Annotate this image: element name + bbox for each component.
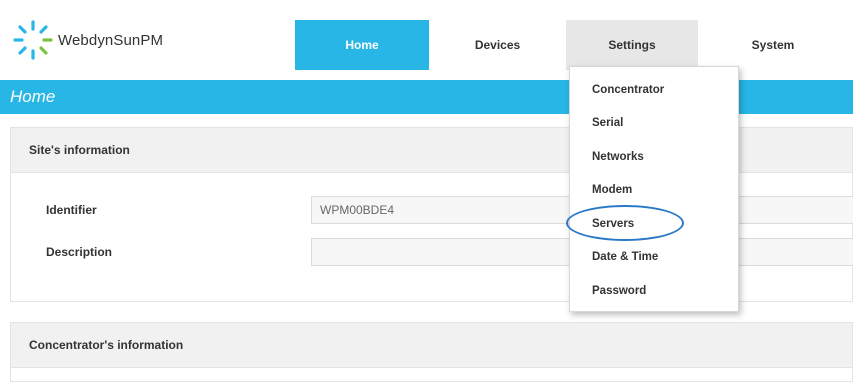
top-navigation-bar: WebdynSunPM Home Devices Settings System: [0, 12, 853, 70]
brand-name: WebdynSunPM: [58, 31, 164, 49]
menu-item-networks[interactable]: Networks: [592, 144, 644, 170]
description-label: Description: [46, 245, 113, 259]
menu-item-password[interactable]: Password: [592, 278, 646, 304]
menu-item-concentrator[interactable]: Concentrator: [592, 77, 664, 103]
menu-item-modem[interactable]: Modem: [592, 177, 632, 203]
tab-system[interactable]: System: [698, 20, 848, 70]
tab-devices[interactable]: Devices: [429, 20, 566, 70]
concentrator-information-panel: Concentrator's information: [10, 322, 853, 382]
menu-item-servers[interactable]: Servers: [592, 211, 634, 237]
menu-item-date-time[interactable]: Date & Time: [592, 244, 658, 270]
page-title: Home: [10, 87, 56, 106]
settings-dropdown-menu: Concentrator Serial Networks Modem Serve…: [569, 66, 739, 312]
identifier-label: Identifier: [46, 203, 97, 217]
tab-settings[interactable]: Settings: [566, 20, 698, 70]
menu-item-serial[interactable]: Serial: [592, 110, 623, 136]
tab-home[interactable]: Home: [295, 20, 429, 70]
concentrator-information-header: Concentrator's information: [11, 323, 852, 368]
brand-logo[interactable]: WebdynSunPM: [10, 18, 163, 62]
sunburst-logo-icon: [13, 20, 53, 60]
